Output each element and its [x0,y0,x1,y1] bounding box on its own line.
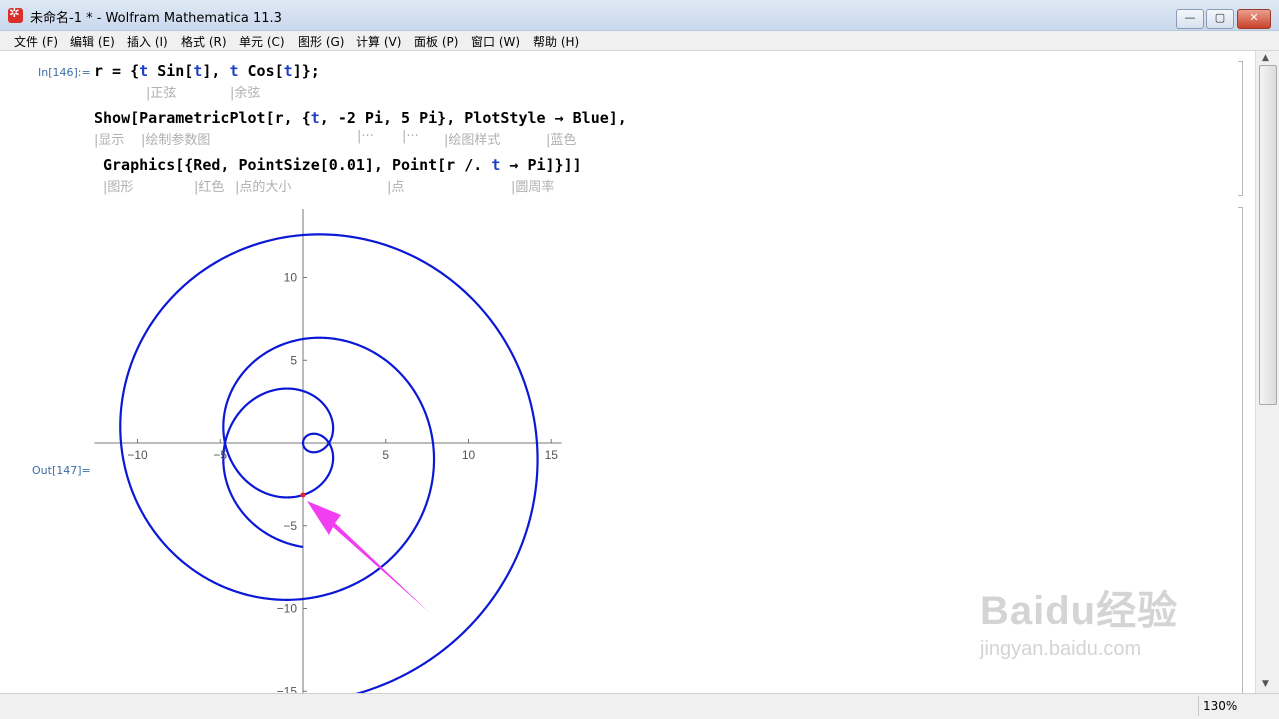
input-cell-bracket[interactable] [1238,61,1243,196]
y-tick-label: 10 [284,271,298,285]
output-label: Out[147]= [32,464,91,477]
hint-sin: |正弦 [146,86,177,101]
input-label: In[146]:= [38,66,91,79]
status-bar: 130% [0,693,1279,719]
x-tick-label: 15 [545,448,559,462]
red-point [300,492,306,498]
spiral-series-line [119,233,539,693]
hint-ellipsis-1: |··· [357,129,374,144]
menu-window[interactable]: 窗口 (W) [471,33,520,50]
y-tick-label: −5 [283,519,297,533]
y-tick-label: 5 [290,353,297,367]
hint-blue: |蓝色 [546,133,577,148]
close-button[interactable]: ✕ [1237,9,1271,29]
code-line-2[interactable]: Show[ParametricPlot[r, {t, -2 Pi, 5 Pi},… [94,109,627,127]
x-tick-label: −5 [213,448,227,462]
output-cell-bracket[interactable] [1238,207,1243,694]
menu-help[interactable]: 帮助 (H) [533,33,579,50]
code-line-3[interactable]: Graphics[{Red, PointSize[0.01], Point[r … [103,156,582,174]
menu-evaluation[interactable]: 计算 (V) [356,33,401,50]
hint-parametricplot: |绘制参数图 [141,133,211,148]
menu-cell[interactable]: 单元 (C) [239,33,285,50]
hint-plotstyle: |绘图样式 [444,133,501,148]
zoom-level[interactable]: 130% [1198,696,1263,716]
menu-bar: 文件 (F) 编辑 (E) 插入 (I) 格式 (R) 单元 (C) 图形 (G… [0,31,1279,51]
scroll-up-icon[interactable]: ▲ [1262,53,1269,63]
menu-graphics[interactable]: 图形 (G) [298,33,344,50]
hint-cos: |余弦 [230,86,261,101]
hint-graphics: |图形 [103,180,134,195]
hint-red: |红色 [194,180,225,195]
hint-ellipsis-2: |··· [402,129,419,144]
x-tick-label: 5 [382,448,389,462]
mathematica-icon [8,6,23,23]
baidu-watermark: Baidu经验 jingyan.baidu.com [980,589,1179,660]
menu-palettes[interactable]: 面板 (P) [414,33,458,50]
code-line-1[interactable]: r = {t Sin[t], t Cos[t]}; [94,62,320,80]
menu-format[interactable]: 格式 (R) [181,33,227,50]
title-bar: 未命名-1 * - Wolfram Mathematica 11.3 — ▢ ✕ [0,0,1279,31]
hint-show: |显示 [94,133,125,148]
vertical-scrollbar[interactable]: ▲ ▼ [1255,51,1279,693]
scroll-down-icon[interactable]: ▼ [1262,679,1269,689]
scroll-thumb[interactable] [1259,65,1277,405]
x-tick-label: −10 [127,448,148,462]
y-tick-label: −15 [277,684,298,693]
hint-point: |点 [387,180,405,195]
parametric-plot: −10 −5 5 10 15 −15 −10 −5 5 10 [94,209,562,693]
y-tick-label: −10 [277,602,298,616]
hint-pointsize: |点的大小 [235,180,292,195]
window-title: 未命名-1 * - Wolfram Mathematica 11.3 [30,11,282,26]
x-tick-label: 10 [462,448,476,462]
annotation-arrow [307,500,430,613]
hint-pi: |圆周率 [511,180,555,195]
menu-insert[interactable]: 插入 (I) [127,33,168,50]
menu-file[interactable]: 文件 (F) [14,33,58,50]
maximize-button[interactable]: ▢ [1206,9,1234,29]
minimize-button[interactable]: — [1176,9,1204,29]
menu-edit[interactable]: 编辑 (E) [70,33,115,50]
